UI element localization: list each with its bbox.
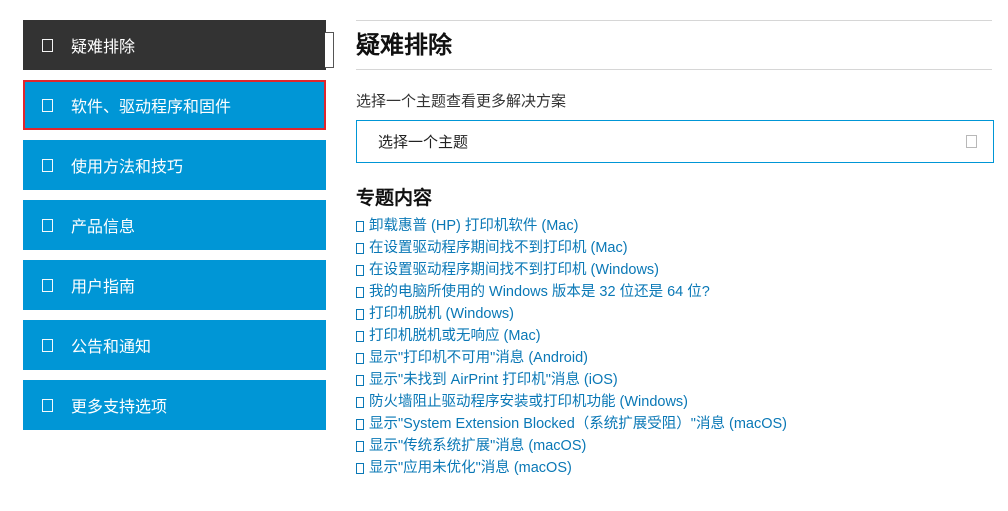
link-bullet-icon [356, 440, 364, 452]
list-item: 在设置驱动程序期间找不到打印机 (Mac) [356, 237, 992, 259]
list-item: 在设置驱动程序期间找不到打印机 (Windows) [356, 259, 992, 281]
page-title: 疑难排除 [356, 32, 452, 59]
link-bullet-icon [356, 418, 364, 430]
list-item: 防火墙阻止驱动程序安装或打印机功能 (Windows) [356, 391, 992, 413]
link-bullet-icon [356, 242, 364, 254]
info-icon [42, 218, 53, 232]
sidebar-item-label: 使用方法和技巧 [71, 159, 184, 176]
list-item: 打印机脱机或无响应 (Mac) [356, 325, 992, 347]
sidebar-item-label: 软件、驱动程序和固件 [71, 99, 232, 116]
sidebar-item-how-to[interactable]: 使用方法和技巧 [23, 140, 326, 190]
list-item: 打印机脱机 (Windows) [356, 303, 992, 325]
featured-content-title: 专题内容 [356, 188, 433, 209]
list-item: 我的电脑所使用的 Windows 版本是 32 位还是 64 位? [356, 281, 992, 303]
list-item: 卸载惠普 (HP) 打印机软件 (Mac) [356, 215, 992, 237]
lightbulb-icon [42, 158, 53, 172]
link-bullet-icon [356, 396, 364, 408]
sidebar-item-more-support[interactable]: 更多支持选项 [23, 380, 326, 430]
sidebar-item-bulletins[interactable]: 公告和通知 [23, 320, 326, 370]
top-divider [356, 20, 992, 21]
featured-link[interactable]: 在设置驱动程序期间找不到打印机 (Mac) [369, 237, 628, 259]
sidebar-item-label: 产品信息 [71, 219, 136, 236]
book-icon [42, 278, 53, 292]
chevron-down-icon [966, 135, 977, 148]
topic-select-value: 选择一个主题 [378, 134, 469, 151]
megaphone-icon [42, 338, 53, 352]
sidebar-item-user-guides[interactable]: 用户指南 [23, 260, 326, 310]
link-bullet-icon [356, 330, 364, 342]
sidebar-item-label: 更多支持选项 [71, 399, 168, 416]
sidebar-nav: 疑难排除 软件、驱动程序和固件 使用方法和技巧 产品信息 用户指南 公告和通知 … [23, 20, 334, 440]
list-item: 显示"打印机不可用"消息 (Android) [356, 347, 992, 369]
featured-link[interactable]: 显示"应用未优化"消息 (macOS) [369, 457, 572, 479]
title-divider [356, 69, 992, 70]
list-item: 显示"System Extension Blocked（系统扩展受阻）"消息 (… [356, 413, 992, 435]
featured-link[interactable]: 我的电脑所使用的 Windows 版本是 32 位还是 64 位? [369, 281, 710, 303]
link-bullet-icon [356, 308, 364, 320]
link-bullet-icon [356, 286, 364, 298]
sidebar-item-troubleshooting[interactable]: 疑难排除 [23, 20, 334, 70]
list-item: 显示"应用未优化"消息 (macOS) [356, 457, 992, 479]
featured-link[interactable]: 显示"传统系统扩展"消息 (macOS) [369, 435, 586, 457]
link-bullet-icon [356, 374, 364, 386]
featured-link[interactable]: 在设置驱动程序期间找不到打印机 (Windows) [369, 259, 659, 281]
link-bullet-icon [356, 220, 364, 232]
sidebar-item-label: 公告和通知 [71, 339, 152, 356]
document-icon [42, 38, 53, 52]
link-bullet-icon [356, 264, 364, 276]
sidebar-item-label: 疑难排除 [71, 39, 136, 56]
sidebar-item-label: 用户指南 [71, 279, 136, 296]
topic-prompt: 选择一个主题查看更多解决方案 [356, 93, 567, 110]
featured-link[interactable]: 显示"打印机不可用"消息 (Android) [369, 347, 588, 369]
sidebar-item-product-info[interactable]: 产品信息 [23, 200, 326, 250]
download-icon [42, 98, 53, 112]
link-bullet-icon [356, 352, 364, 364]
main-content: 疑难排除 选择一个主题查看更多解决方案 选择一个主题 专题内容 卸载惠普 (HP… [356, 20, 994, 479]
list-item: 显示"传统系统扩展"消息 (macOS) [356, 435, 992, 457]
featured-link[interactable]: 显示"System Extension Blocked（系统扩展受阻）"消息 (… [369, 413, 787, 435]
topic-select[interactable]: 选择一个主题 [356, 120, 994, 163]
support-icon [42, 398, 53, 412]
featured-link-list: 卸载惠普 (HP) 打印机软件 (Mac) 在设置驱动程序期间找不到打印机 (M… [356, 215, 992, 479]
featured-link[interactable]: 打印机脱机或无响应 (Mac) [369, 325, 541, 347]
featured-link[interactable]: 卸载惠普 (HP) 打印机软件 (Mac) [369, 215, 578, 237]
sidebar-item-software-drivers[interactable]: 软件、驱动程序和固件 [23, 80, 326, 130]
featured-link[interactable]: 防火墙阻止驱动程序安装或打印机功能 (Windows) [369, 391, 688, 413]
featured-link[interactable]: 打印机脱机 (Windows) [369, 303, 514, 325]
featured-link[interactable]: 显示"未找到 AirPrint 打印机"消息 (iOS) [369, 369, 618, 391]
list-item: 显示"未找到 AirPrint 打印机"消息 (iOS) [356, 369, 992, 391]
link-bullet-icon [356, 462, 364, 474]
